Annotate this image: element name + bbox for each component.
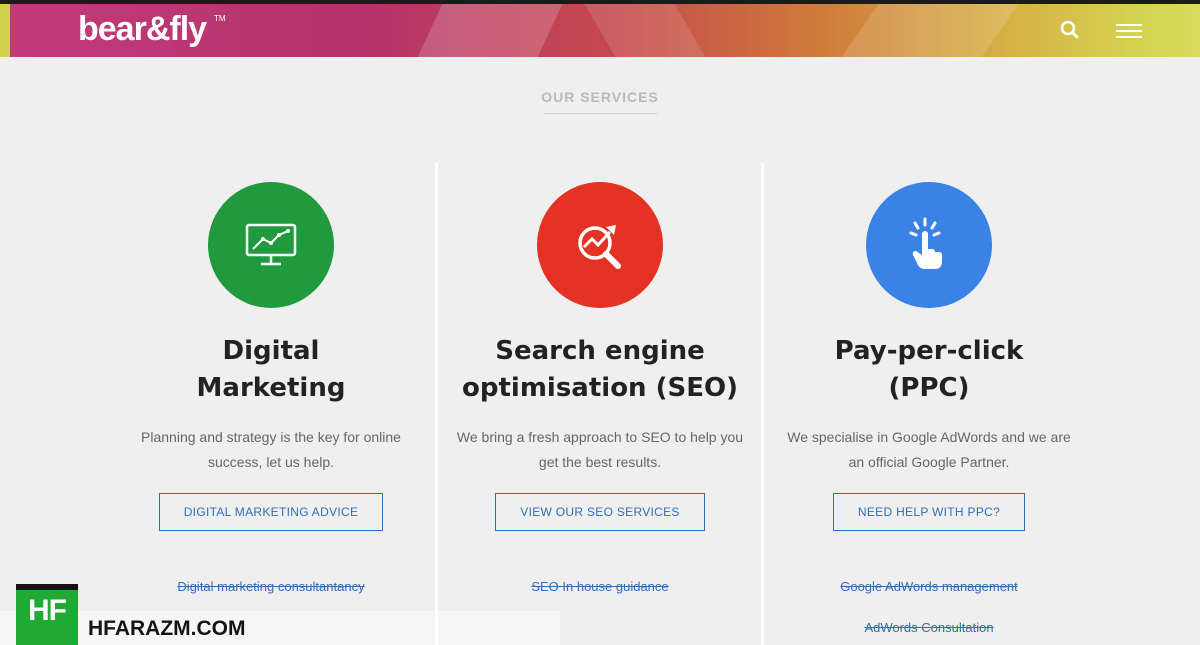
section-title: OUR SERVICES <box>541 89 659 105</box>
service-seo: Search engine optimisation (SEO) We brin… <box>450 182 750 594</box>
seo-in-house-guidance-link[interactable]: SEO In house guidance <box>450 579 750 594</box>
search-button[interactable] <box>1058 18 1082 42</box>
hamburger-menu-button[interactable] <box>1114 20 1144 42</box>
service-title: Digital Marketing <box>121 333 421 407</box>
column-divider <box>435 163 438 645</box>
watermark-badge-strip <box>16 584 78 590</box>
brand-logo[interactable]: bear&fly TM <box>78 10 226 49</box>
service-title-line2: optimisation (SEO) <box>462 373 738 403</box>
watermark-bar <box>0 611 560 645</box>
service-description-line2: success, let us help. <box>207 454 335 470</box>
column-divider <box>761 163 764 645</box>
service-description: We bring a fresh approach to SEO to help… <box>455 425 745 475</box>
service-title-line2: (PPC) <box>888 373 970 403</box>
view-seo-services-button[interactable]: VIEW OUR SEO SERVICES <box>495 493 705 531</box>
service-title-line2: Marketing <box>196 373 346 403</box>
hamburger-menu-icon <box>1116 30 1142 32</box>
service-description-line1: We specialise in Google AdWords and we a… <box>787 429 1071 445</box>
service-description-line1: Planning and strategy is the key for onl… <box>141 429 401 445</box>
header-facet <box>584 4 706 57</box>
service-title-line1: Digital <box>222 336 320 366</box>
service-title: Pay-per-click (PPC) <box>779 333 1079 407</box>
service-description: We specialise in Google AdWords and we a… <box>784 425 1074 475</box>
watermark-text: HFARAZM.COM <box>88 617 246 640</box>
trademark-mark: TM <box>214 14 226 23</box>
service-title: Search engine optimisation (SEO) <box>450 333 750 407</box>
service-description-line2: get the best results. <box>538 454 662 470</box>
hamburger-menu-icon <box>1116 36 1142 38</box>
service-title-line1: Search engine <box>495 336 705 366</box>
section-title-underline <box>544 113 657 114</box>
watermark-badge-letters: HF <box>28 594 67 627</box>
header-facet <box>417 4 563 57</box>
service-icon-circle <box>537 182 663 308</box>
service-icon-circle <box>866 182 992 308</box>
header-edge-left <box>0 4 10 57</box>
service-digital-marketing: Digital Marketing Planning and strategy … <box>121 182 421 594</box>
digital-marketing-advice-button[interactable]: DIGITAL MARKETING ADVICE <box>158 493 384 531</box>
google-adwords-management-link[interactable]: Google AdWords management <box>779 579 1079 594</box>
service-description-line2: an official Google Partner. <box>848 454 1010 470</box>
brand-logo-text: bear&fly <box>78 10 207 48</box>
seo-magnifier-icon <box>578 225 621 269</box>
hamburger-menu-icon <box>1116 24 1142 26</box>
service-title-line1: Pay-per-click <box>834 336 1024 366</box>
hand-click-icon <box>909 217 942 269</box>
service-ppc: Pay-per-click (PPC) We specialise in Goo… <box>779 182 1079 635</box>
digital-marketing-consultancy-link[interactable]: Digital marketing consultantancy <box>121 579 421 594</box>
service-description: Planning and strategy is the key for onl… <box>126 425 416 475</box>
need-help-with-ppc-button[interactable]: NEED HELP WITH PPC? <box>832 493 1026 531</box>
header-edge-right <box>1190 4 1200 57</box>
monitor-chart-icon <box>245 223 297 266</box>
watermark-badge: HF <box>16 584 78 645</box>
site-header: bear&fly TM <box>0 4 1200 57</box>
search-icon <box>1060 20 1079 39</box>
service-description-line1: We bring a fresh approach to SEO to help… <box>456 429 744 445</box>
header-facet <box>841 4 1019 57</box>
service-icon-circle <box>208 182 334 308</box>
adwords-consultation-link[interactable]: AdWords Consultation <box>779 620 1079 635</box>
